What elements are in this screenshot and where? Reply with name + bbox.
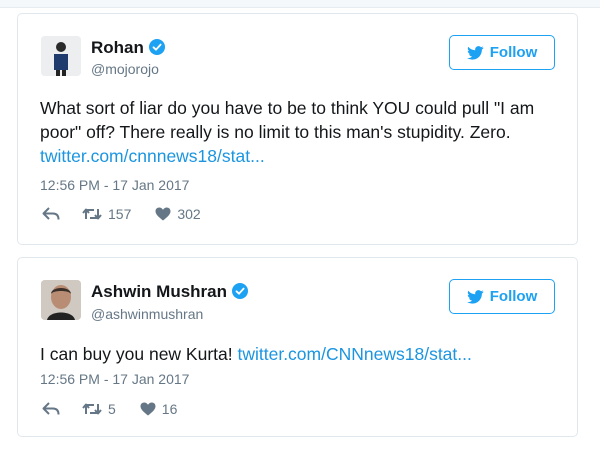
like-count: 16 — [161, 401, 178, 417]
display-name[interactable]: Ashwin Mushran — [91, 282, 249, 302]
tweet-link[interactable]: twitter.com/cnnnews18/stat... — [40, 146, 265, 166]
like-count: 302 — [177, 206, 201, 222]
tweet-body: What sort of liar do you have to be to t… — [40, 98, 535, 142]
follow-label: Follow — [489, 288, 538, 305]
twitter-bird-icon — [466, 289, 484, 304]
follow-button[interactable]: Follow — [449, 35, 555, 70]
twitter-bird-icon — [466, 45, 484, 60]
tweet-timestamp[interactable]: 12:56 PM - 17 Jan 2017 — [40, 371, 189, 387]
follow-label: Follow — [489, 44, 538, 61]
retweet-button[interactable]: 5 — [82, 401, 116, 417]
tweet-text: I can buy you new Kurta! twitter.com/CNN… — [40, 342, 557, 366]
avatar[interactable] — [41, 280, 81, 320]
tweet-text: What sort of liar do you have to be to t… — [40, 96, 557, 168]
reply-button[interactable] — [42, 402, 60, 416]
heart-icon — [140, 402, 156, 416]
display-name-text: Rohan — [91, 38, 144, 57]
avatar[interactable] — [41, 36, 81, 76]
page-top-border — [0, 0, 600, 8]
reply-button[interactable] — [42, 207, 60, 221]
tweet-body: I can buy you new Kurta! — [40, 344, 238, 364]
display-name[interactable]: Rohan — [91, 38, 165, 58]
user-handle[interactable]: @ashwinmushran — [91, 305, 203, 323]
like-button[interactable]: 16 — [140, 401, 178, 417]
verified-badge-icon — [232, 283, 249, 299]
retweet-count: 5 — [108, 401, 116, 417]
tweet-actions: 5 16 — [42, 401, 177, 417]
tweet-actions: 157 302 — [42, 206, 201, 222]
tweet-card: Ashwin Mushran @ashwinmushran Follow I c… — [17, 257, 578, 437]
verified-badge-icon — [148, 39, 165, 55]
tweet-link[interactable]: twitter.com/CNNnews18/stat... — [237, 344, 471, 364]
like-button[interactable]: 302 — [155, 206, 201, 222]
tweet-timestamp[interactable]: 12:56 PM - 17 Jan 2017 — [40, 177, 189, 193]
display-name-text: Ashwin Mushran — [91, 282, 228, 301]
follow-button[interactable]: Follow — [449, 279, 555, 314]
tweet-card: Rohan @mojorojo Follow What sort of liar… — [17, 13, 578, 245]
reply-arrow-icon — [42, 402, 60, 415]
retweet-icon — [82, 208, 102, 220]
retweet-icon — [82, 403, 102, 415]
reply-arrow-icon — [42, 207, 60, 220]
retweet-count: 157 — [108, 206, 132, 222]
retweet-button[interactable]: 157 — [82, 206, 131, 222]
user-handle[interactable]: @mojorojo — [91, 60, 159, 78]
heart-icon — [155, 207, 171, 221]
